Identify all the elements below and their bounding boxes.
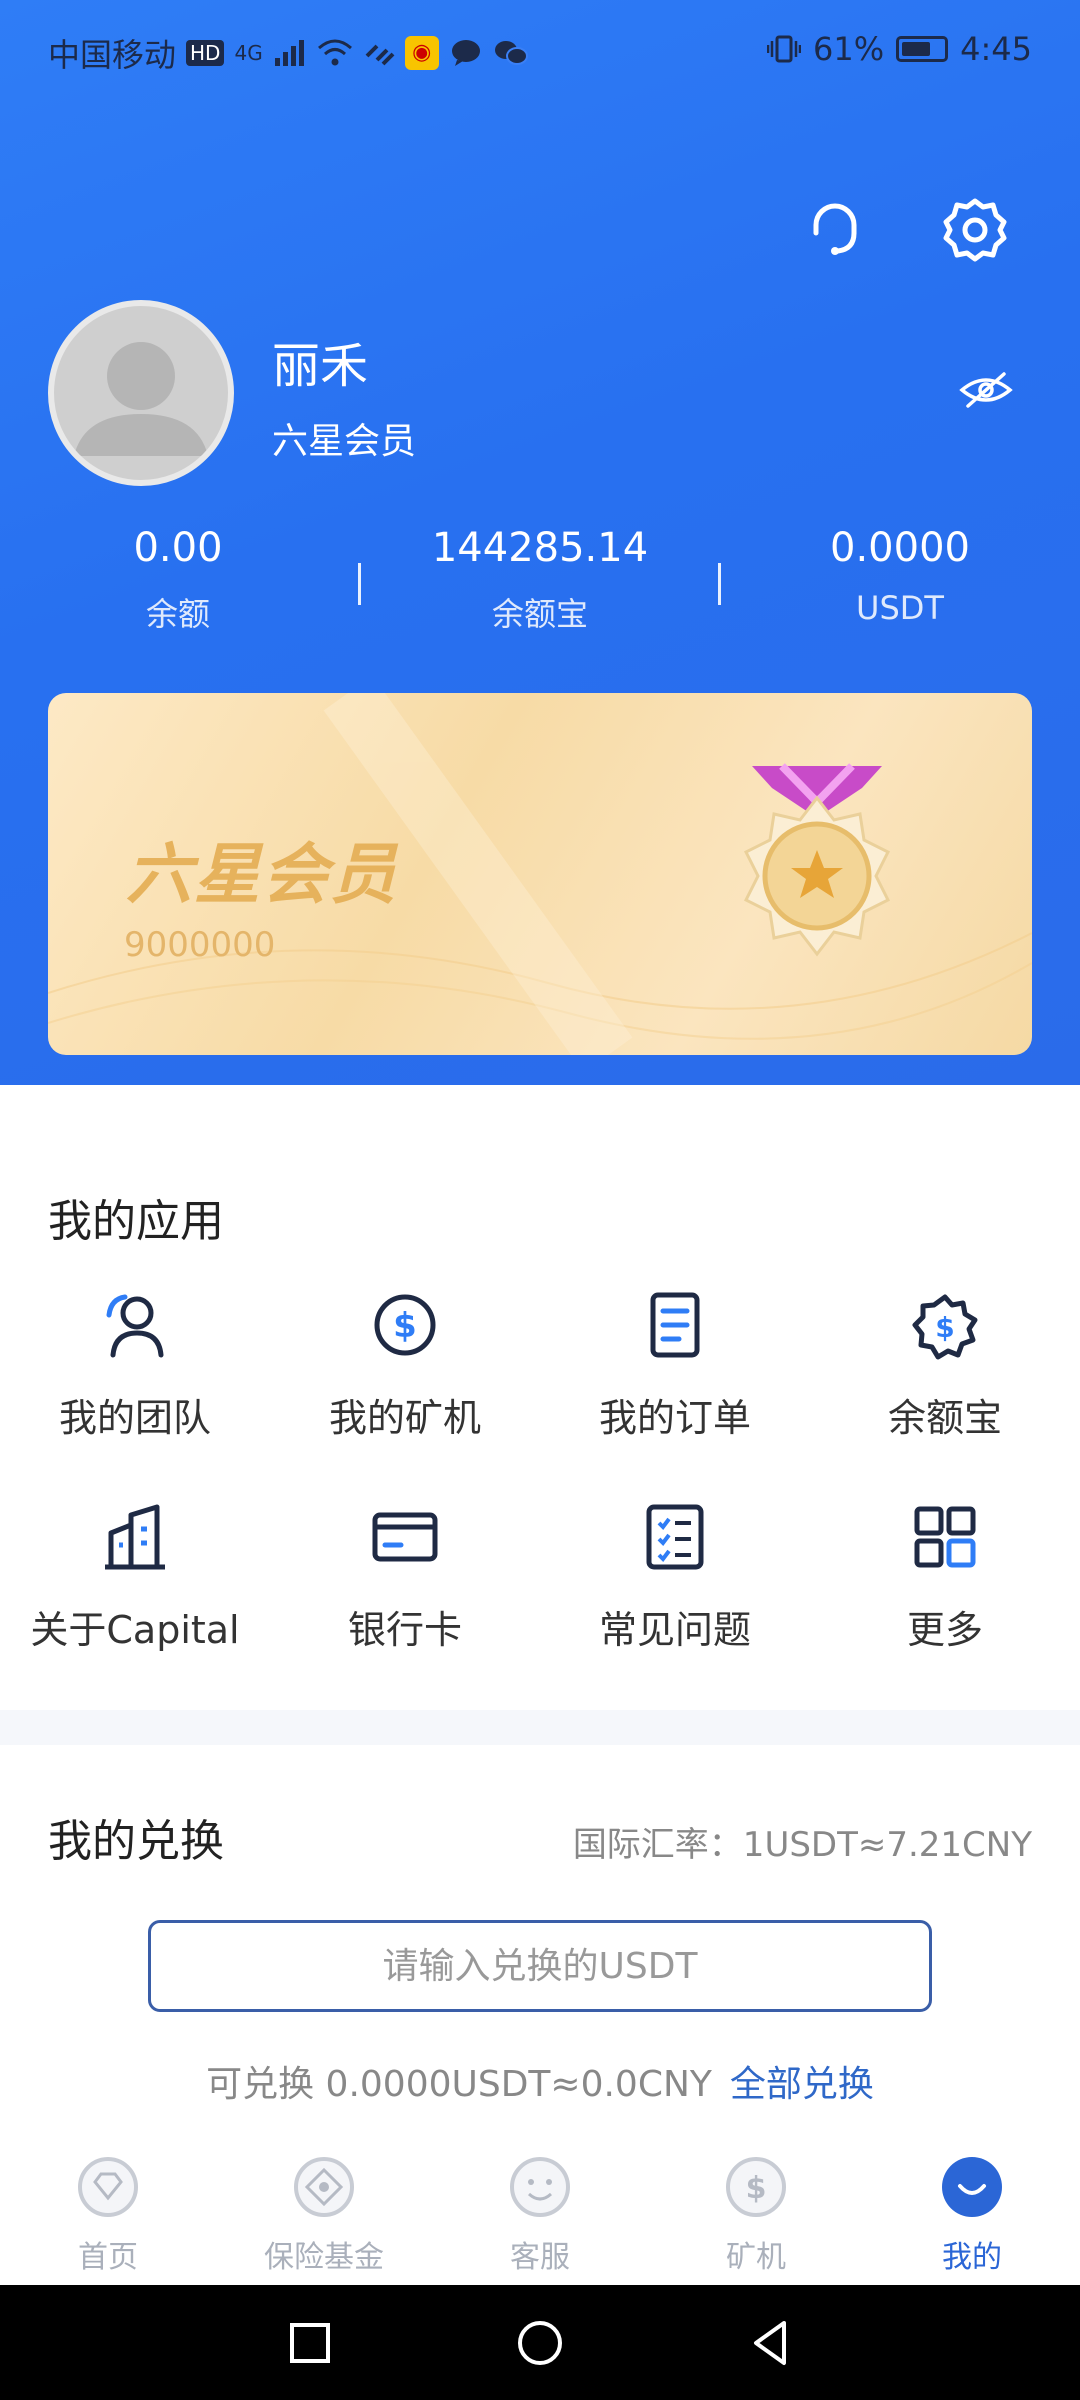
clock: 4:45	[960, 30, 1032, 68]
stat-usdt[interactable]: 0.0000 USDT	[750, 525, 1050, 627]
battery-percent: 61%	[813, 30, 885, 68]
nav-profile[interactable]: 我的	[864, 2154, 1080, 2276]
recent-apps-icon[interactable]	[282, 2315, 338, 2371]
nav-label: 我的	[942, 2240, 1002, 2275]
stat-divider	[358, 563, 361, 605]
wechat-icon	[494, 41, 528, 65]
stat-value: 0.00	[133, 525, 223, 571]
building-icon	[105, 1504, 165, 1570]
link-icon	[365, 44, 395, 66]
nav-customer-service[interactable]: 客服	[432, 2154, 648, 2276]
svg-text:$: $	[393, 1306, 417, 1346]
card-title: 六星会员	[126, 836, 398, 913]
stat-value: 0.0000	[830, 525, 970, 571]
app-about-capital[interactable]: 关于Capital	[0, 1497, 270, 1654]
nav-label: 首页	[78, 2240, 138, 2275]
home-button-icon[interactable]	[512, 2315, 568, 2371]
system-navigation-bar	[0, 2285, 1080, 2400]
stat-label: USDT	[856, 589, 944, 627]
stat-label: 余额	[145, 595, 210, 633]
app-label: 银行卡	[347, 1608, 462, 1652]
balance-stats: 0.00 余额 144285.14 余额宝 0.0000 USDT	[0, 525, 1080, 655]
my-apps-section: 我的应用 我的团队 $ 我的矿机 我的订单 $ 余额宝 关于Capital 银行…	[0, 1085, 1080, 1710]
section-title: 我的兑换	[48, 1816, 224, 1867]
miner-icon: $	[374, 1294, 436, 1356]
app-my-team[interactable]: 我的团队	[0, 1285, 270, 1442]
medal-icon	[743, 763, 891, 957]
team-icon	[106, 1294, 164, 1358]
profile-icon	[942, 2157, 1002, 2217]
status-right: 61% 4:45	[767, 30, 1032, 68]
card-number: 9000000	[124, 925, 276, 965]
status-bar: 中国移动 HD 4G ◉ 61% 4:45	[0, 0, 1080, 100]
app-my-miner[interactable]: $ 我的矿机	[270, 1285, 540, 1442]
stat-label: 余额宝	[491, 595, 588, 633]
nav-label: 矿机	[726, 2240, 786, 2275]
stat-balance[interactable]: 0.00 余额	[28, 525, 328, 635]
nav-label: 客服	[510, 2240, 570, 2275]
app-label: 关于Capital	[30, 1608, 240, 1652]
app-label: 余额宝	[887, 1396, 1002, 1440]
app-faq[interactable]: 常见问题	[540, 1497, 810, 1654]
piggy-bank-icon: $	[912, 1294, 978, 1360]
app-label: 我的矿机	[328, 1396, 481, 1440]
gear-icon[interactable]	[940, 195, 1010, 265]
nav-miner[interactable]: $ 矿机	[648, 2154, 864, 2276]
app-label: 我的订单	[598, 1396, 751, 1440]
fund-icon	[294, 2157, 354, 2217]
app-label: 更多	[906, 1608, 983, 1652]
svg-text:$: $	[746, 2171, 767, 2206]
network-type: 4G	[234, 41, 263, 65]
nav-home[interactable]: 首页	[0, 2154, 216, 2276]
faq-icon	[646, 1504, 704, 1570]
signal-icon	[274, 40, 304, 66]
app-my-orders[interactable]: 我的订单	[540, 1285, 810, 1442]
avatar[interactable]	[48, 300, 234, 486]
member-card[interactable]: 六星会员 9000000	[48, 693, 1032, 1055]
stat-yuebao[interactable]: 144285.14 余额宝	[390, 525, 690, 635]
exchange-all-link[interactable]: 全部兑换	[730, 2064, 874, 2105]
nav-label: 保险基金	[264, 2240, 384, 2275]
nav-insurance-fund[interactable]: 保险基金	[216, 2154, 432, 2276]
grid-icon	[914, 1506, 976, 1568]
user-level: 六星会员	[272, 421, 417, 462]
home-icon	[78, 2157, 138, 2217]
eye-slash-icon[interactable]	[958, 368, 1014, 412]
miner-icon: $	[726, 2157, 786, 2217]
app-yuebao[interactable]: $ 余额宝	[810, 1285, 1080, 1442]
carrier-name: 中国移动	[48, 36, 177, 74]
battery-icon	[896, 36, 949, 62]
app-more[interactable]: 更多	[810, 1497, 1080, 1654]
exchange-rate: 国际汇率：1USDT≈7.21CNY	[572, 1825, 1032, 1865]
weibo-icon: ◉	[404, 36, 439, 70]
back-icon[interactable]	[742, 2315, 798, 2371]
available-exchange: 可兑换 0.0000USDT≈0.0CNY 全部兑换	[0, 2055, 1080, 2107]
my-exchange-section: 我的兑换 国际汇率：1USDT≈7.21CNY 可兑换 0.0000USDT≈0…	[0, 1745, 1080, 2140]
wifi-icon	[317, 39, 352, 66]
headset-icon[interactable]	[800, 195, 870, 265]
bank-card-icon	[372, 1512, 438, 1562]
available-amount: 可兑换 0.0000USDT≈0.0CNY	[206, 2064, 712, 2105]
stat-value: 144285.14	[431, 525, 649, 571]
app-label: 常见问题	[598, 1608, 751, 1652]
service-icon	[510, 2157, 570, 2217]
order-icon	[650, 1292, 700, 1358]
bottom-nav: 首页 保险基金 客服 $ 矿机 我的	[0, 2140, 1080, 2285]
svg-text:$: $	[935, 1311, 954, 1344]
vibrate-icon	[767, 35, 802, 63]
stat-divider	[718, 563, 721, 605]
message-icon	[451, 40, 480, 66]
usdt-exchange-input[interactable]	[148, 1920, 932, 2012]
user-name: 丽禾	[272, 338, 369, 394]
status-left: 中国移动 HD 4G ◉	[48, 30, 529, 76]
avatar-placeholder-icon	[74, 342, 208, 456]
app-label: 我的团队	[58, 1396, 211, 1440]
header-actions	[800, 195, 1010, 265]
hd-badge: HD	[186, 40, 225, 66]
app-bank-card[interactable]: 银行卡	[270, 1497, 540, 1654]
section-title: 我的应用	[48, 1196, 224, 1247]
